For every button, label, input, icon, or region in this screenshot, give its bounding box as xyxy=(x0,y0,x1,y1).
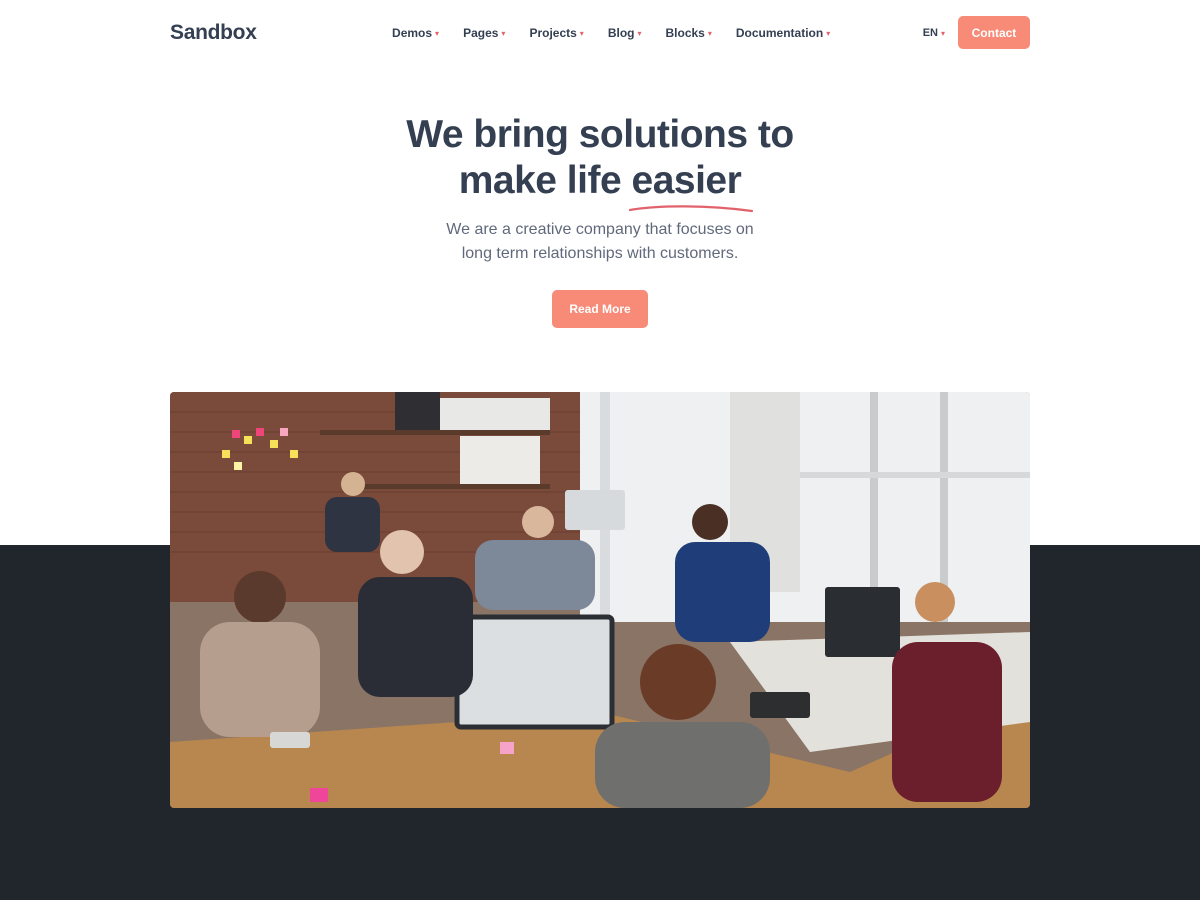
office-photo-illustration xyxy=(170,392,1030,808)
hero-image xyxy=(170,392,1030,808)
hero-title: We bring solutions to make life easier xyxy=(0,112,1200,213)
nav-item-label: Blog xyxy=(607,25,635,40)
hero-title-line1: We bring solutions to xyxy=(406,113,794,156)
nav-item-label: Documentation xyxy=(735,25,824,40)
nav-item-projects[interactable]: Projects ▾ xyxy=(529,26,583,40)
nav-item-label: Demos xyxy=(392,25,433,40)
chevron-down-icon: ▾ xyxy=(579,29,584,38)
hero-title-line2-prefix: make life xyxy=(458,159,632,202)
language-selector[interactable]: EN ▾ xyxy=(923,27,945,39)
chevron-down-icon: ▾ xyxy=(707,29,712,38)
language-label: EN xyxy=(922,26,938,39)
nav-right: EN ▾ Contact xyxy=(923,16,1030,49)
nav-item-blocks[interactable]: Blocks ▾ xyxy=(666,26,712,40)
hero-subtitle-line1: We are a creative company that focuses o… xyxy=(446,221,754,238)
nav-item-label: Pages xyxy=(463,25,499,40)
chevron-down-icon: ▾ xyxy=(940,29,945,38)
hero-subtitle: We are a creative company that focuses o… xyxy=(0,218,1200,266)
logo-text: Sandbox xyxy=(170,20,257,44)
hero-subtitle-line2: long term relationships with customers. xyxy=(461,245,739,262)
page: Sandbox Demos ▾ Pages ▾ Projects ▾ Blog … xyxy=(0,0,1200,900)
nav-links: Demos ▾ Pages ▾ Projects ▾ Blog ▾ Blocks… xyxy=(392,26,830,40)
chevron-down-icon: ▾ xyxy=(435,29,440,38)
read-more-button[interactable]: Read More xyxy=(552,290,648,328)
hero-title-highlight-text: easier xyxy=(631,159,742,202)
navbar: Sandbox Demos ▾ Pages ▾ Projects ▾ Blog … xyxy=(170,16,1030,49)
chevron-down-icon: ▾ xyxy=(637,29,642,38)
underline-decoration xyxy=(628,205,753,213)
nav-item-blog[interactable]: Blog ▾ xyxy=(608,26,642,40)
nav-item-demos[interactable]: Demos ▾ xyxy=(392,26,439,40)
contact-button[interactable]: Contact xyxy=(957,16,1030,49)
nav-item-pages[interactable]: Pages ▾ xyxy=(463,26,505,40)
logo[interactable]: Sandbox xyxy=(170,21,257,45)
nav-item-label: Blocks xyxy=(665,25,705,40)
nav-item-label: Projects xyxy=(529,25,577,40)
chevron-down-icon: ▾ xyxy=(501,29,506,38)
hero-title-highlight: easier xyxy=(628,158,753,213)
chevron-down-icon: ▾ xyxy=(826,29,831,38)
nav-item-documentation[interactable]: Documentation ▾ xyxy=(736,26,830,40)
